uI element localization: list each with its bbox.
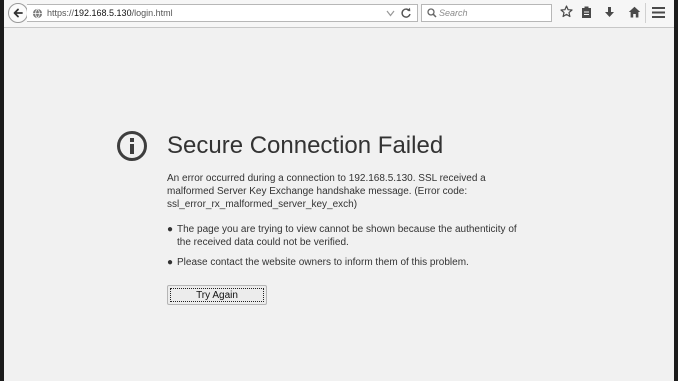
toolbar-separator — [645, 3, 646, 23]
error-description: An error occurred during a connection to… — [167, 173, 486, 210]
bullet-text: Please contact the website owners to inf… — [177, 257, 469, 268]
browser-toolbar: https://192.168.5.130/login.html Search — [4, 0, 674, 28]
info-circle-icon — [117, 131, 147, 161]
arrow-left-icon — [13, 8, 23, 18]
try-again-label: Try Again — [196, 290, 238, 301]
try-again-button[interactable]: Try Again — [167, 285, 267, 305]
bullet-text: The page you are trying to view cannot b… — [177, 224, 517, 248]
clipboard-icon[interactable] — [581, 6, 592, 19]
list-item: ● Please contact the website owners to in… — [167, 256, 522, 269]
url-host: 192.168.5.130 — [74, 8, 132, 18]
url-prefix: https:// — [47, 8, 75, 18]
window-edge — [674, 0, 678, 381]
search-placeholder: Search — [439, 8, 468, 18]
home-icon[interactable] — [628, 6, 641, 18]
search-bar[interactable]: Search — [421, 4, 552, 22]
browser-window: https://192.168.5.130/login.html Search — [4, 0, 674, 381]
globe-icon[interactable] — [32, 8, 43, 19]
bullet-icon: ● — [167, 224, 174, 235]
url-path: /login.html — [131, 8, 173, 18]
list-item: ● The page you are trying to view cannot … — [167, 223, 522, 249]
star-icon[interactable] — [560, 5, 573, 18]
reload-icon[interactable] — [400, 7, 412, 19]
bullet-icon: ● — [167, 257, 174, 268]
download-icon[interactable] — [604, 6, 615, 19]
hamburger-menu-icon[interactable] — [652, 7, 665, 18]
url-text[interactable]: https://192.168.5.130/login.html — [47, 7, 173, 19]
error-details-list: ● The page you are trying to view cannot … — [167, 223, 522, 276]
url-bar[interactable]: https://192.168.5.130/login.html — [27, 4, 418, 22]
search-icon — [427, 8, 437, 18]
chevron-down-icon[interactable] — [386, 10, 395, 17]
back-button[interactable] — [8, 3, 28, 23]
page-title: Secure Connection Failed — [167, 132, 444, 159]
